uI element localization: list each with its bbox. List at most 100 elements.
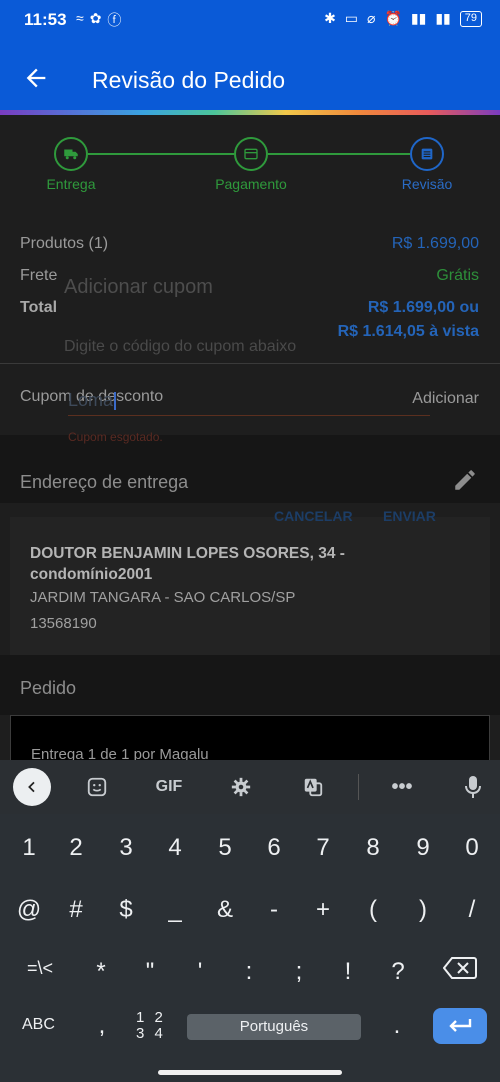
- numpad-bottom-label: 3 4: [136, 1025, 166, 1042]
- key-question[interactable]: ?: [376, 958, 420, 986]
- key-more-symbols[interactable]: =\<: [18, 958, 62, 979]
- key-3[interactable]: 3: [104, 834, 148, 862]
- key-semicolon[interactable]: ;: [277, 958, 321, 986]
- key-0[interactable]: 0: [450, 834, 494, 862]
- key-ampersand[interactable]: &: [203, 896, 247, 924]
- total-value-cash: R$ 1.614,05 à vista: [337, 323, 479, 340]
- backspace-icon[interactable]: [443, 956, 477, 980]
- step-review[interactable]: [410, 137, 444, 171]
- bluetooth-icon: ✱: [324, 10, 336, 26]
- step-payment[interactable]: [234, 137, 268, 171]
- key-single-quote[interactable]: ': [178, 958, 222, 986]
- dialog-send-button[interactable]: ENVIAR: [383, 508, 436, 524]
- key-comma[interactable]: ,: [80, 1012, 124, 1040]
- order-card: Entrega 1 de 1 por Magalu: [10, 715, 490, 765]
- dialog-cancel-button[interactable]: CANCELAR: [274, 508, 353, 524]
- page-title: Revisão do Pedido: [92, 67, 286, 93]
- key-period[interactable]: .: [375, 1012, 419, 1040]
- gear-icon: [231, 777, 251, 797]
- key-underscore[interactable]: _: [153, 896, 197, 924]
- home-indicator[interactable]: [158, 1070, 342, 1075]
- key-double-quote[interactable]: ": [128, 958, 172, 986]
- key-asterisk[interactable]: *: [79, 958, 123, 986]
- key-slash[interactable]: /: [450, 896, 494, 924]
- step-connector: [88, 153, 234, 155]
- key-numpad[interactable]: 1 2 3 4: [136, 1010, 166, 1042]
- key-colon[interactable]: :: [227, 958, 271, 986]
- numpad-top-label: 1 2: [136, 1009, 166, 1026]
- key-4[interactable]: 4: [153, 834, 197, 862]
- key-plus[interactable]: +: [301, 896, 345, 924]
- card-icon: [244, 148, 258, 160]
- shipping-value: Grátis: [436, 267, 479, 284]
- status-time: 11:53: [24, 10, 67, 29]
- notification-icon: ≈: [76, 10, 84, 26]
- key-exclamation[interactable]: !: [326, 958, 370, 986]
- enter-arrow-icon: [449, 1019, 472, 1032]
- alarm-icon: ⏰: [384, 10, 402, 26]
- total-label: Total: [20, 299, 58, 316]
- status-bar: 11:53 ≈ ✿ ⓕ ✱ ▭ ⌀ ⏰ ▮▮ ▮▮ 79: [0, 0, 500, 40]
- review-list-icon: [421, 148, 433, 160]
- address-zip: 13568190: [30, 615, 97, 632]
- truck-icon: [64, 149, 78, 160]
- battery-icon: 79: [459, 10, 482, 27]
- products-label: Produtos (1): [20, 235, 109, 252]
- dialog-message: Digite o código do cupom abaixo: [64, 338, 297, 355]
- facebook-icon: ⓕ: [107, 12, 122, 28]
- status-icons: ✱ ▭ ⌀ ⏰ ▮▮ ▮▮ 79: [324, 10, 482, 27]
- translate-button[interactable]: [300, 774, 326, 800]
- app-bar: 11:53 ≈ ✿ ⓕ ✱ ▭ ⌀ ⏰ ▮▮ ▮▮ 79 Revisão do …: [0, 0, 500, 112]
- text-caret: [114, 392, 117, 411]
- signal-icon: ▮▮: [410, 10, 427, 26]
- sticker-button[interactable]: [84, 774, 110, 800]
- voice-input-button[interactable]: [462, 774, 484, 800]
- more-options-button[interactable]: •••: [388, 774, 416, 800]
- address-card[interactable]: DOUTOR BENJAMIN LOPES OSORES, 34 - condo…: [10, 517, 490, 655]
- total-value: R$ 1.699,00 ou: [367, 299, 479, 316]
- step-label-review: Revisão: [401, 176, 453, 192]
- step-label-payment: Pagamento: [215, 176, 287, 192]
- notification-icons: ≈ ✿ ⓕ: [76, 10, 121, 30]
- key-close-paren[interactable]: ): [401, 896, 445, 924]
- translate-icon: [304, 778, 323, 797]
- key-abc[interactable]: ABC: [22, 1016, 55, 1034]
- keyboard-collapse-button[interactable]: [13, 768, 51, 806]
- dialog-title: Adicionar cupom: [64, 276, 213, 298]
- key-6[interactable]: 6: [252, 834, 296, 862]
- key-2[interactable]: 2: [54, 834, 98, 862]
- microphone-icon: [465, 776, 481, 798]
- key-minus[interactable]: -: [252, 896, 296, 924]
- coupon-code-input[interactable]: Loma: [68, 388, 430, 416]
- key-9[interactable]: 9: [401, 834, 445, 862]
- key-open-paren[interactable]: (: [351, 896, 395, 924]
- gif-button[interactable]: GIF: [150, 774, 188, 800]
- step-connector: [268, 153, 410, 155]
- key-5[interactable]: 5: [203, 834, 247, 862]
- sticker-icon: [87, 777, 107, 797]
- key-1[interactable]: 1: [7, 834, 51, 862]
- key-7[interactable]: 7: [301, 834, 345, 862]
- edit-pencil-icon[interactable]: [452, 467, 478, 493]
- address-district: JARDIM TANGARA - SAO CARLOS/SP: [30, 589, 296, 606]
- signal-icon: ▮▮: [435, 10, 451, 26]
- address-section-title: Endereço de entrega: [20, 472, 189, 492]
- address-street: DOUTOR BENJAMIN LOPES OSORES, 34 - condo…: [30, 545, 345, 583]
- divider: [0, 363, 500, 364]
- order-section-title: Pedido: [20, 678, 77, 698]
- key-at[interactable]: @: [7, 896, 51, 924]
- key-8[interactable]: 8: [351, 834, 395, 862]
- checkout-stepper: Entrega Pagamento Revisão: [0, 115, 500, 205]
- keyboard-toolbar: GIF •••: [0, 760, 500, 814]
- vibrate-icon: ▭: [344, 10, 359, 26]
- key-dollar[interactable]: $: [104, 896, 148, 924]
- coupon-code-value: Loma: [68, 390, 114, 410]
- space-bar[interactable]: Português: [187, 1014, 361, 1040]
- key-hash[interactable]: #: [54, 896, 98, 924]
- step-delivery[interactable]: [54, 137, 88, 171]
- toolbar-divider: [358, 774, 359, 800]
- back-arrow-icon[interactable]: [22, 64, 50, 92]
- step-label-delivery: Entrega: [46, 176, 96, 192]
- settings-button[interactable]: [228, 774, 254, 800]
- enter-button[interactable]: [433, 1008, 487, 1044]
